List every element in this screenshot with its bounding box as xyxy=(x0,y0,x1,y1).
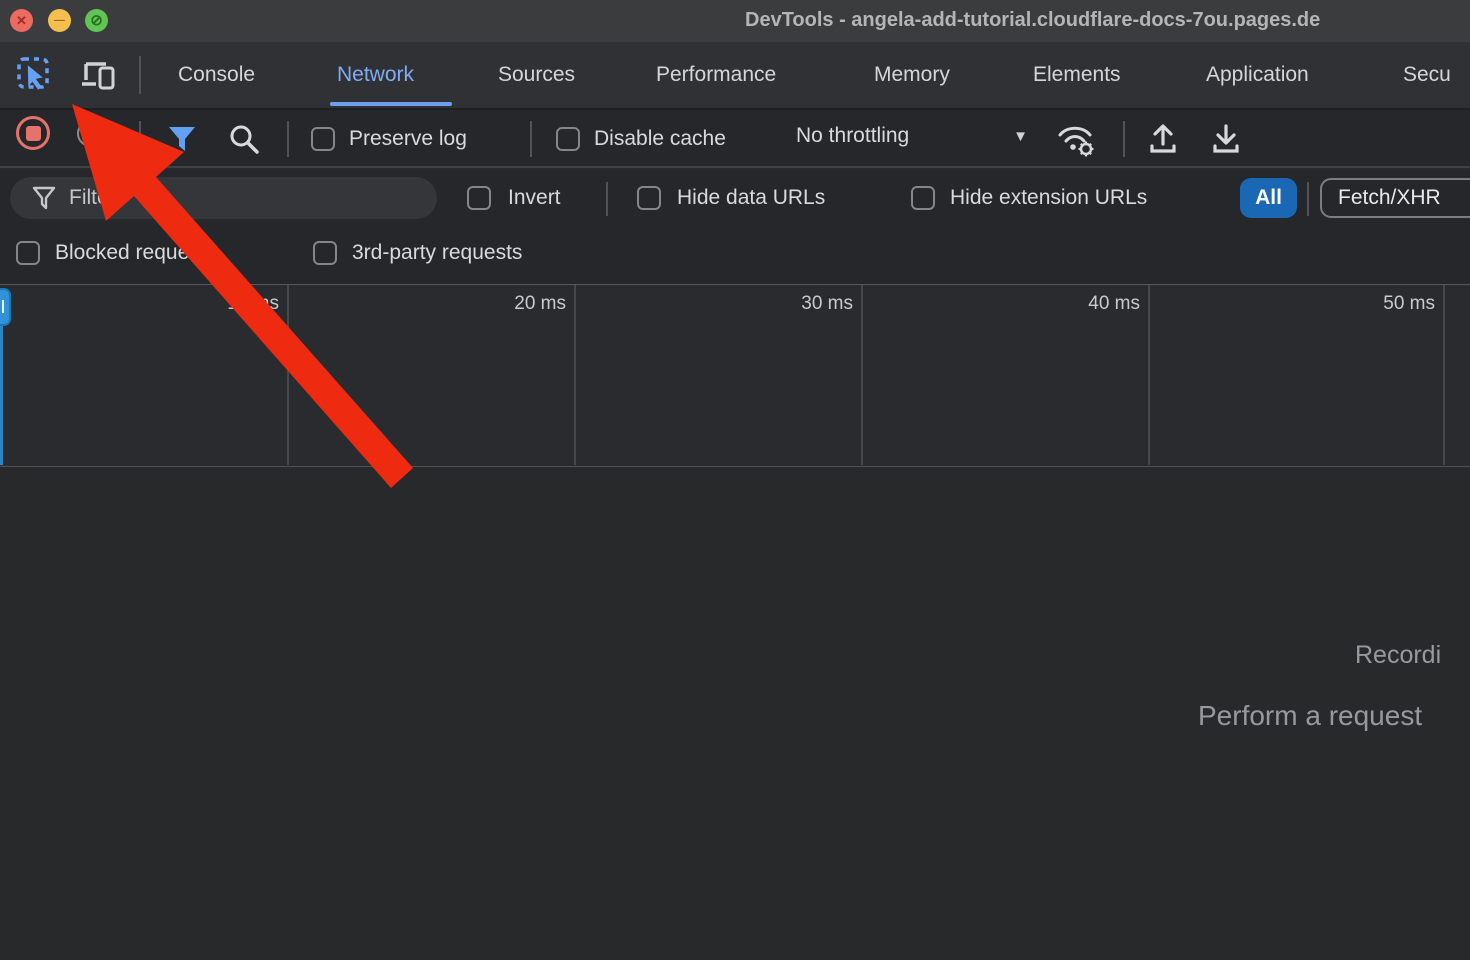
clear-network-log-button[interactable] xyxy=(77,120,104,147)
tick-gridline xyxy=(574,285,576,465)
toggle-device-toolbar-button[interactable] xyxy=(78,56,118,94)
invert-label: Invert xyxy=(508,186,561,210)
tab-memory[interactable]: Memory xyxy=(874,42,950,108)
minimize-window-button[interactable]: ─ xyxy=(48,9,71,32)
wifi-gear-icon xyxy=(1056,122,1098,158)
timeline-ruler[interactable]: 10 ms 20 ms 30 ms 40 ms 50 ms xyxy=(0,284,1470,467)
devtools-tab-bar: Console Network Sources Performance Memo… xyxy=(0,42,1470,110)
network-conditions-button[interactable] xyxy=(1056,122,1098,158)
search-icon xyxy=(228,123,260,155)
toolbar-separator xyxy=(1123,121,1125,157)
filter-toggle-button[interactable] xyxy=(167,125,197,153)
import-har-button[interactable] xyxy=(1146,122,1180,156)
title-bar: ✕ ─ ⊘ DevTools - angela-add-tutorial.clo… xyxy=(0,0,1470,42)
tick-label: 40 ms xyxy=(1030,293,1140,315)
filter-input-container[interactable] xyxy=(10,177,437,219)
invert-checkbox[interactable] xyxy=(467,186,491,210)
record-network-log-button[interactable] xyxy=(16,116,50,150)
tab-sources[interactable]: Sources xyxy=(498,42,575,108)
filter-separator xyxy=(606,182,608,216)
tick-gridline xyxy=(861,285,863,465)
filter-input[interactable] xyxy=(69,186,399,210)
funnel-icon xyxy=(167,125,197,153)
network-filter-bar: Invert Hide data URLs Hide extension URL… xyxy=(0,170,1470,226)
blocked-requests-label: Blocked requests xyxy=(55,241,216,265)
tick-gridline xyxy=(1148,285,1150,465)
toolbar-separator xyxy=(530,121,532,157)
tick-label: 50 ms xyxy=(1325,293,1435,315)
tick-gridline xyxy=(287,285,289,465)
tick-gridline xyxy=(1443,285,1445,465)
disable-cache-checkbox[interactable] xyxy=(556,127,580,151)
tab-performance[interactable]: Performance xyxy=(656,42,776,108)
hide-extension-urls-checkbox[interactable] xyxy=(911,186,935,210)
request-type-chip-fetch-xhr[interactable]: Fetch/XHR xyxy=(1320,178,1470,218)
blocked-requests-checkbox[interactable] xyxy=(16,241,40,265)
funnel-icon xyxy=(32,186,56,210)
network-toolbar: Preserve log Disable cache No throttling… xyxy=(0,110,1470,168)
secondary-filter-bar: Blocked requests 3rd-party requests xyxy=(0,226,1470,284)
overview-resize-handle[interactable] xyxy=(0,288,11,326)
tab-security[interactable]: Secu xyxy=(1403,42,1451,108)
filter-separator xyxy=(1307,182,1309,216)
third-party-requests-label: 3rd-party requests xyxy=(352,241,522,265)
export-har-button[interactable] xyxy=(1209,122,1243,156)
fullscreen-window-button[interactable]: ⊘ xyxy=(85,9,108,32)
empty-state-perform-request-text: Perform a request xyxy=(1198,700,1422,732)
preserve-log-label: Preserve log xyxy=(349,127,467,151)
search-button[interactable] xyxy=(228,123,260,155)
toolbar-separator xyxy=(287,121,289,157)
request-type-chip-all[interactable]: All xyxy=(1240,178,1297,218)
overview-selection-line xyxy=(0,326,3,465)
download-icon xyxy=(1209,122,1243,156)
third-party-requests-checkbox[interactable] xyxy=(313,241,337,265)
tick-label: 30 ms xyxy=(743,293,853,315)
empty-state-recording-text: Recordi xyxy=(1355,641,1441,670)
devtools-window: ✕ ─ ⊘ DevTools - angela-add-tutorial.clo… xyxy=(0,0,1470,960)
upload-icon xyxy=(1146,122,1180,156)
window-title: DevTools - angela-add-tutorial.cloudflar… xyxy=(745,9,1470,32)
record-stop-icon xyxy=(26,126,41,141)
close-window-button[interactable]: ✕ xyxy=(10,9,33,32)
throttling-value: No throttling xyxy=(796,124,909,148)
hide-extension-urls-label: Hide extension URLs xyxy=(950,186,1147,210)
tick-label: 20 ms xyxy=(456,293,566,315)
tab-console[interactable]: Console xyxy=(178,42,255,108)
hide-data-urls-checkbox[interactable] xyxy=(637,186,661,210)
hide-data-urls-label: Hide data URLs xyxy=(677,186,825,210)
throttling-dropdown[interactable]: No throttling ▼ xyxy=(796,124,1028,148)
tick-label: 10 ms xyxy=(169,293,279,315)
tabbar-separator xyxy=(139,56,141,94)
disable-cache-label: Disable cache xyxy=(594,127,726,151)
toolbar-separator xyxy=(139,121,141,157)
chevron-down-icon: ▼ xyxy=(1013,128,1028,145)
handle-grip-icon xyxy=(2,300,5,313)
tab-application[interactable]: Application xyxy=(1206,42,1309,108)
tab-network[interactable]: Network xyxy=(337,42,414,108)
active-tab-underline xyxy=(330,102,452,106)
tab-elements[interactable]: Elements xyxy=(1033,42,1121,108)
inspect-element-button[interactable] xyxy=(16,56,54,94)
preserve-log-checkbox[interactable] xyxy=(311,127,335,151)
